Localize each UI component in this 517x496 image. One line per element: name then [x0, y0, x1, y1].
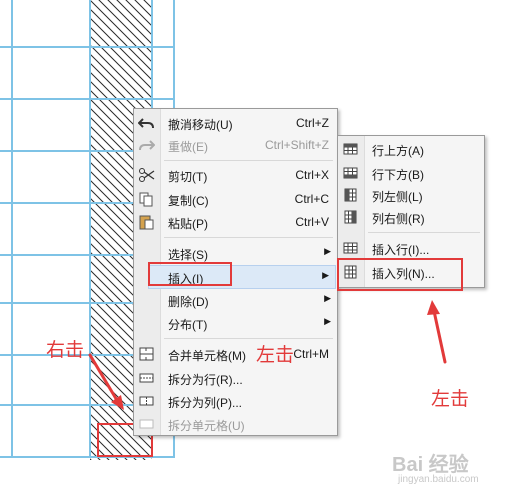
- row-above-icon: [342, 141, 359, 157]
- menu-shortcut: Ctrl+C: [294, 192, 329, 206]
- menu-shortcut: Ctrl+V: [295, 215, 329, 229]
- menu-shortcut: Ctrl+X: [295, 168, 329, 182]
- menu-label: 拆分单元格(U): [168, 419, 245, 433]
- menu-label: 粘贴(P): [168, 217, 208, 231]
- menu-label: 插入行(I)...: [372, 243, 430, 257]
- menu-item-split-rows[interactable]: 拆分为行(R)...: [134, 367, 337, 389]
- submenu-item-column-left[interactable]: 列左侧(L): [338, 184, 484, 206]
- menu-label: 拆分为列(P)...: [168, 396, 242, 410]
- menu-item-split-cell[interactable]: 拆分单元格(U): [134, 413, 337, 435]
- menu-label: 复制(C): [168, 194, 209, 208]
- menu-label: 重做(E): [168, 140, 208, 154]
- menu-label: 合并单元格(M): [168, 349, 246, 363]
- submenu-item-row-above[interactable]: 行上方(A): [338, 138, 484, 160]
- redo-icon: [138, 137, 156, 153]
- annotation-right-click: 右击: [46, 339, 85, 361]
- menu-label: 拆分为行(R)...: [168, 373, 243, 387]
- arrow-left-click-2: [432, 309, 447, 364]
- annotation-left-click-insert: 左击: [256, 344, 295, 366]
- menu-item-paste[interactable]: 粘贴(P) Ctrl+V: [134, 211, 337, 233]
- table-canvas[interactable]: 撤消移动(U) Ctrl+Z 重做(E) Ctrl+Shift+Z 剪切(T) …: [0, 0, 517, 496]
- split-columns-icon: [138, 393, 155, 409]
- menu-shortcut: Ctrl+Shift+Z: [264, 138, 329, 152]
- menu-label: 行上方(A): [372, 144, 424, 158]
- submenu-arrow-icon: ▶: [324, 316, 331, 326]
- menu-label: 删除(D): [168, 295, 209, 309]
- submenu-item-row-below[interactable]: 行下方(B): [338, 162, 484, 184]
- menu-item-cut[interactable]: 剪切(T) Ctrl+X: [134, 164, 337, 186]
- insert-row-icon: [342, 240, 359, 256]
- menu-item-distribute[interactable]: 分布(T) ▶: [134, 312, 337, 334]
- menu-label: 撤消移动(U): [168, 118, 233, 132]
- submenu-arrow-icon: ▶: [324, 293, 331, 303]
- watermark-url: jingyan.baidu.com: [398, 474, 479, 485]
- menu-item-delete[interactable]: 删除(D) ▶: [134, 289, 337, 311]
- menu-label: 列左侧(L): [372, 190, 423, 204]
- copy-icon: [138, 191, 155, 207]
- menu-item-split-columns[interactable]: 拆分为列(P)...: [134, 390, 337, 412]
- menu-item-redo[interactable]: 重做(E) Ctrl+Shift+Z: [134, 134, 337, 156]
- merge-cells-icon: [138, 346, 155, 362]
- cut-icon: [138, 167, 155, 183]
- column-right-icon: [342, 209, 359, 225]
- menu-label: 行下方(B): [372, 168, 424, 182]
- submenu-item-column-right[interactable]: 列右侧(R): [338, 206, 484, 228]
- menu-label: 列右侧(R): [372, 212, 425, 226]
- menu-item-copy[interactable]: 复制(C) Ctrl+C: [134, 188, 337, 210]
- undo-icon: [137, 115, 155, 131]
- menu-label: 分布(T): [168, 318, 208, 332]
- row-below-icon: [342, 165, 359, 181]
- paste-icon: [138, 214, 155, 230]
- menu-shortcut: Ctrl+M: [293, 347, 329, 361]
- submenu-item-insert-row[interactable]: 插入行(I)...: [338, 237, 484, 259]
- menu-item-select[interactable]: 选择(S) ▶: [134, 242, 337, 264]
- insert-item-highlight: [148, 262, 232, 286]
- menu-label: 剪切(T): [168, 170, 208, 184]
- insert-column-highlight: [337, 258, 463, 291]
- watermark-logo: Bai 经验: [392, 454, 469, 476]
- menu-item-merge-cells[interactable]: 合并单元格(M) Ctrl+M: [134, 343, 337, 365]
- submenu-arrow-icon: ▶: [324, 246, 331, 256]
- split-cell-icon: [138, 416, 155, 432]
- column-left-icon: [342, 187, 359, 203]
- menu-shortcut: Ctrl+Z: [296, 116, 329, 130]
- menu-item-undo[interactable]: 撤消移动(U) Ctrl+Z: [134, 112, 337, 134]
- submenu-arrow-icon: ▶: [322, 270, 329, 280]
- annotation-left-click-insert-column: 左击: [431, 388, 470, 410]
- split-rows-icon: [138, 370, 155, 386]
- menu-label: 选择(S): [168, 248, 208, 262]
